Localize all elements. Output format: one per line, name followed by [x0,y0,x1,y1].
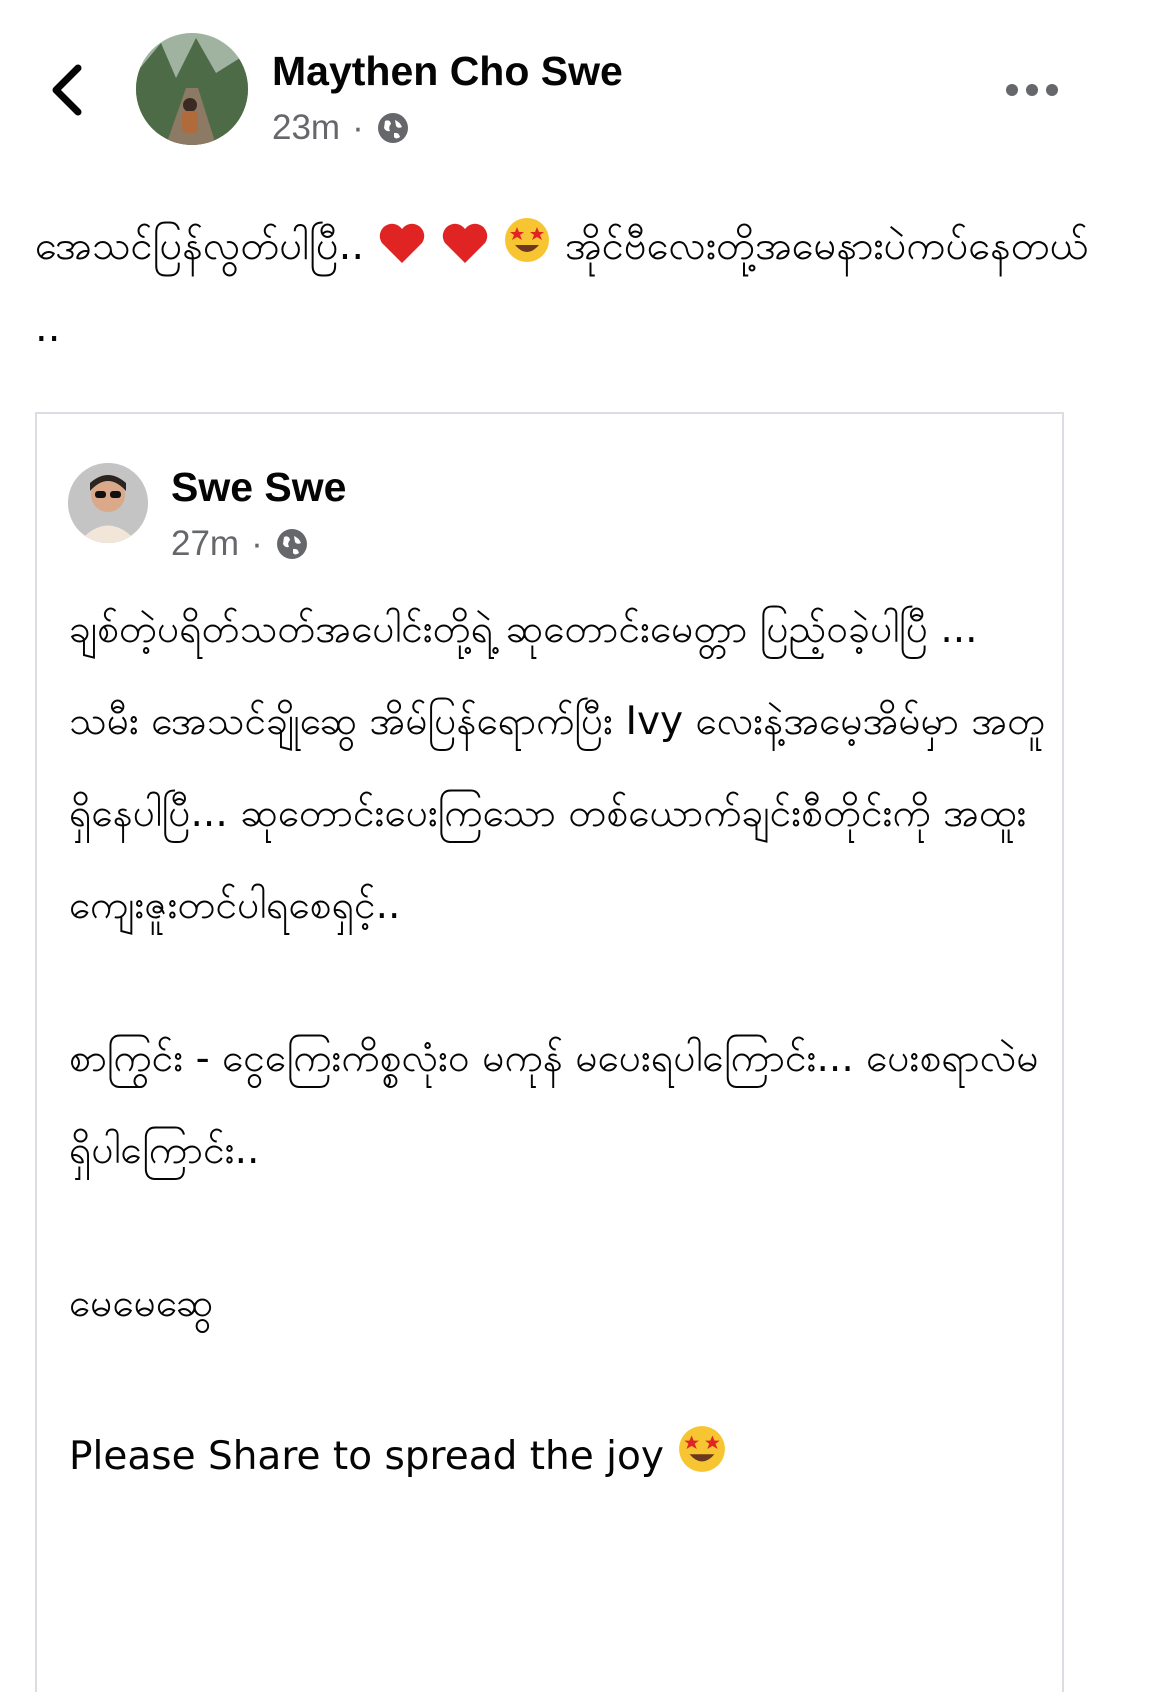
globe-icon [276,529,307,559]
heart-emoji [379,223,425,263]
shared-author-avatar[interactable] [68,463,148,543]
post-time[interactable]: 23m [272,108,340,148]
heart-emoji [442,223,487,263]
shared-closing: Please Share to spread the joy [69,1434,664,1479]
shared-post-meta: 27m · [171,524,309,564]
post-author-name[interactable]: Maythen Cho Swe [272,48,623,95]
post-text-part1: အေသင်ပြန်လွတ်ပါပြီ.. [35,223,365,269]
avatar-photo [136,33,248,145]
shared-author-name[interactable]: Swe Swe [171,464,346,511]
globe-icon [377,113,408,143]
chevron-left-icon [52,64,82,116]
shared-paragraph: ချစ်တဲ့ပရိတ်သတ်အပေါင်းတို့ရဲ့ ဆုတောင်းမေ… [69,607,1046,928]
shared-post-body: ချစ်တဲ့ပရိတ်သတ်အပေါင်းတို့ရဲ့ ဆုတောင်းမေ… [69,584,1049,1503]
post-text: အေသင်ပြန်လွတ်ပါပြီ.. အိုင်ဗီလေးတို့အမေနာ… [35,205,1125,369]
shared-post-card[interactable]: Swe Swe 27m · ချစ်တဲ့ပရိတ်သတ်အပေါင်းတို့… [35,412,1064,1692]
meta-separator: · [352,108,364,147]
author-avatar[interactable] [136,33,248,145]
shared-post-time[interactable]: 27m [171,524,239,564]
shared-paragraph: စာကြွင်း - ငွေကြေးကိစ္စလုံးဝ မကုန် မပေးရ… [69,1036,1039,1173]
shared-signature: မေမေဆွေ [69,1281,214,1326]
more-options-icon [1006,84,1018,96]
more-options-button[interactable] [1006,80,1062,100]
post-meta: 23m · [272,108,410,148]
meta-separator: · [251,524,263,563]
avatar-photo [68,463,148,543]
star-struck-emoji [505,218,550,262]
star-struck-emoji [679,1426,726,1472]
shared-closing-line: Please Share to spread the joy [69,1411,1049,1503]
back-button[interactable] [48,62,88,118]
